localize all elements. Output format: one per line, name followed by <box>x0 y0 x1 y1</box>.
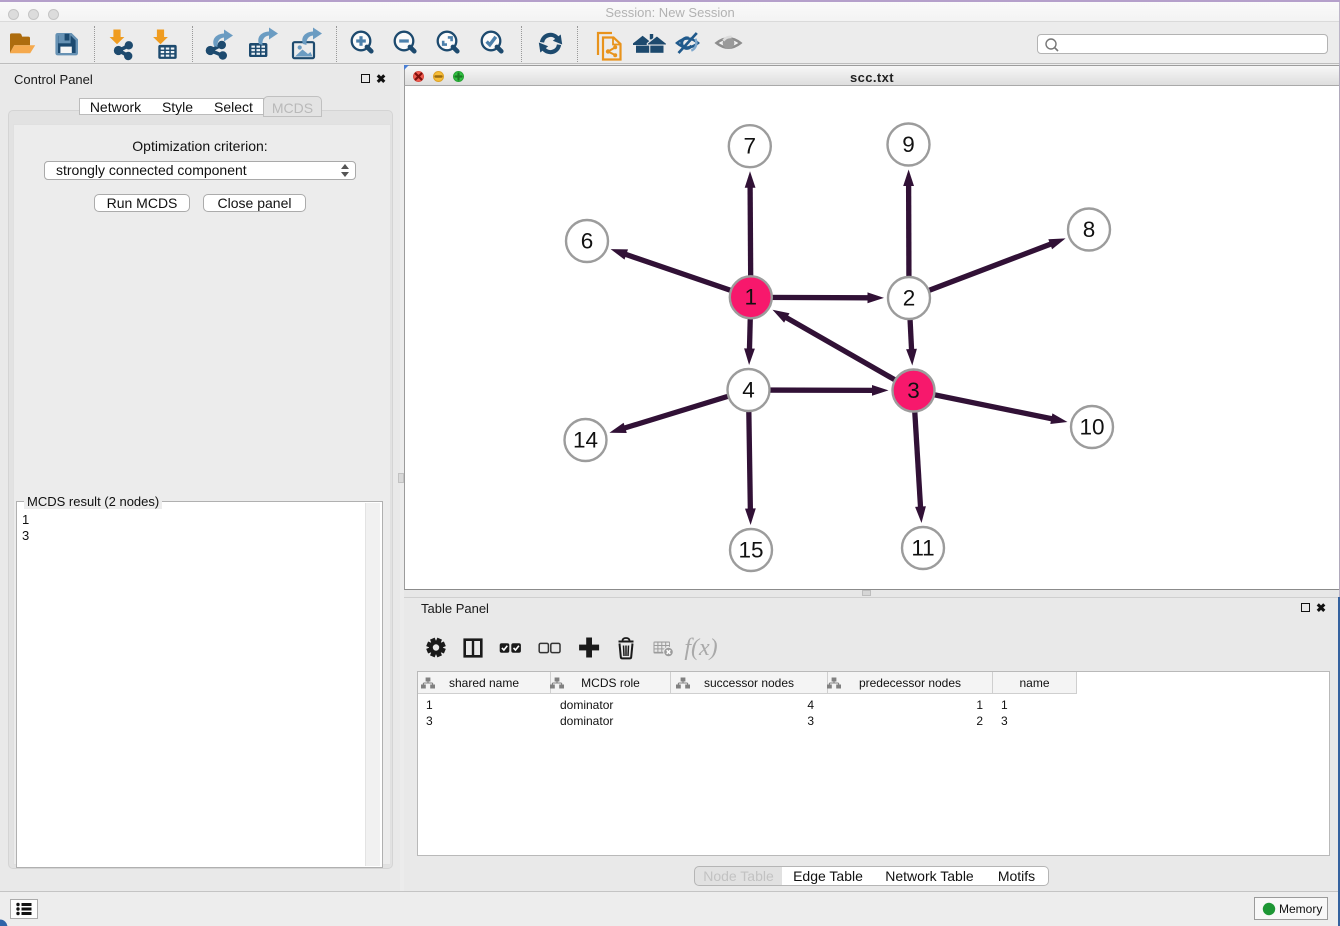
svg-text:7: 7 <box>744 134 757 159</box>
svg-text:1: 1 <box>745 285 758 310</box>
svg-text:f(x): f(x) <box>684 635 717 661</box>
svg-text:10: 10 <box>1079 414 1104 439</box>
svg-text:6: 6 <box>581 228 594 253</box>
svg-text:11: 11 <box>911 535 934 560</box>
svg-text:3: 3 <box>907 378 920 403</box>
svg-text:15: 15 <box>738 537 763 562</box>
svg-text:8: 8 <box>1083 217 1096 242</box>
svg-text:4: 4 <box>742 377 755 402</box>
svg-text:9: 9 <box>902 132 915 157</box>
svg-text:2: 2 <box>903 285 916 310</box>
svg-text:14: 14 <box>573 427 598 452</box>
